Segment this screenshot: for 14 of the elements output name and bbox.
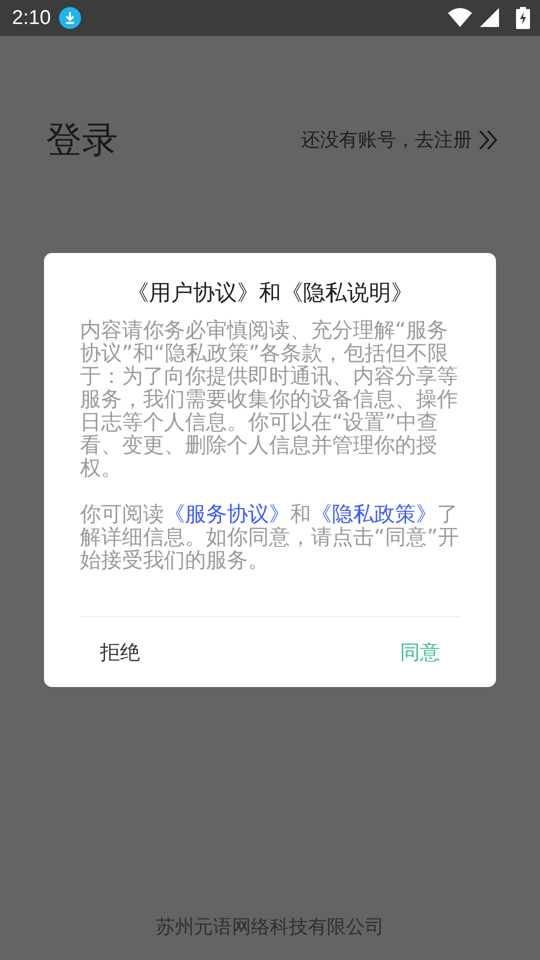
signal-icon bbox=[480, 8, 500, 28]
policy-link[interactable]: 《服务协议》 bbox=[164, 502, 290, 526]
dialog-paragraph: 你可阅读《服务协议》和《隐私政策》了解详细信息。如你同意，请点击“同意”开始接受我们的服务。 bbox=[80, 503, 460, 572]
register-link[interactable]: 还没有账号，去注册 bbox=[301, 127, 498, 153]
login-title: 登录 bbox=[46, 118, 118, 162]
dialog-title: 《用户协议》和《隐私说明》 bbox=[127, 280, 413, 308]
wifi-icon bbox=[448, 8, 472, 28]
status-time: 2:10 bbox=[12, 6, 51, 30]
dialog-paragraph: 内容请你务必审慎阅读、充分理解“服务协议”和“隐私政策”各条款，包括但不限于：为了向你提供即时通讯、内容分享等服务，我们需要收集你的设备信息、操作日志等个人信息。你可以在“设置”中查看、变更、删除个人信息并管理你的授权。 bbox=[80, 319, 459, 480]
policy-link[interactable]: 《隐私政策》 bbox=[311, 502, 437, 526]
decline-button[interactable]: 拒绝 bbox=[80, 632, 160, 672]
battery-charging-icon bbox=[516, 7, 530, 29]
download-icon bbox=[58, 7, 81, 29]
double-chevron-icon bbox=[478, 129, 498, 151]
